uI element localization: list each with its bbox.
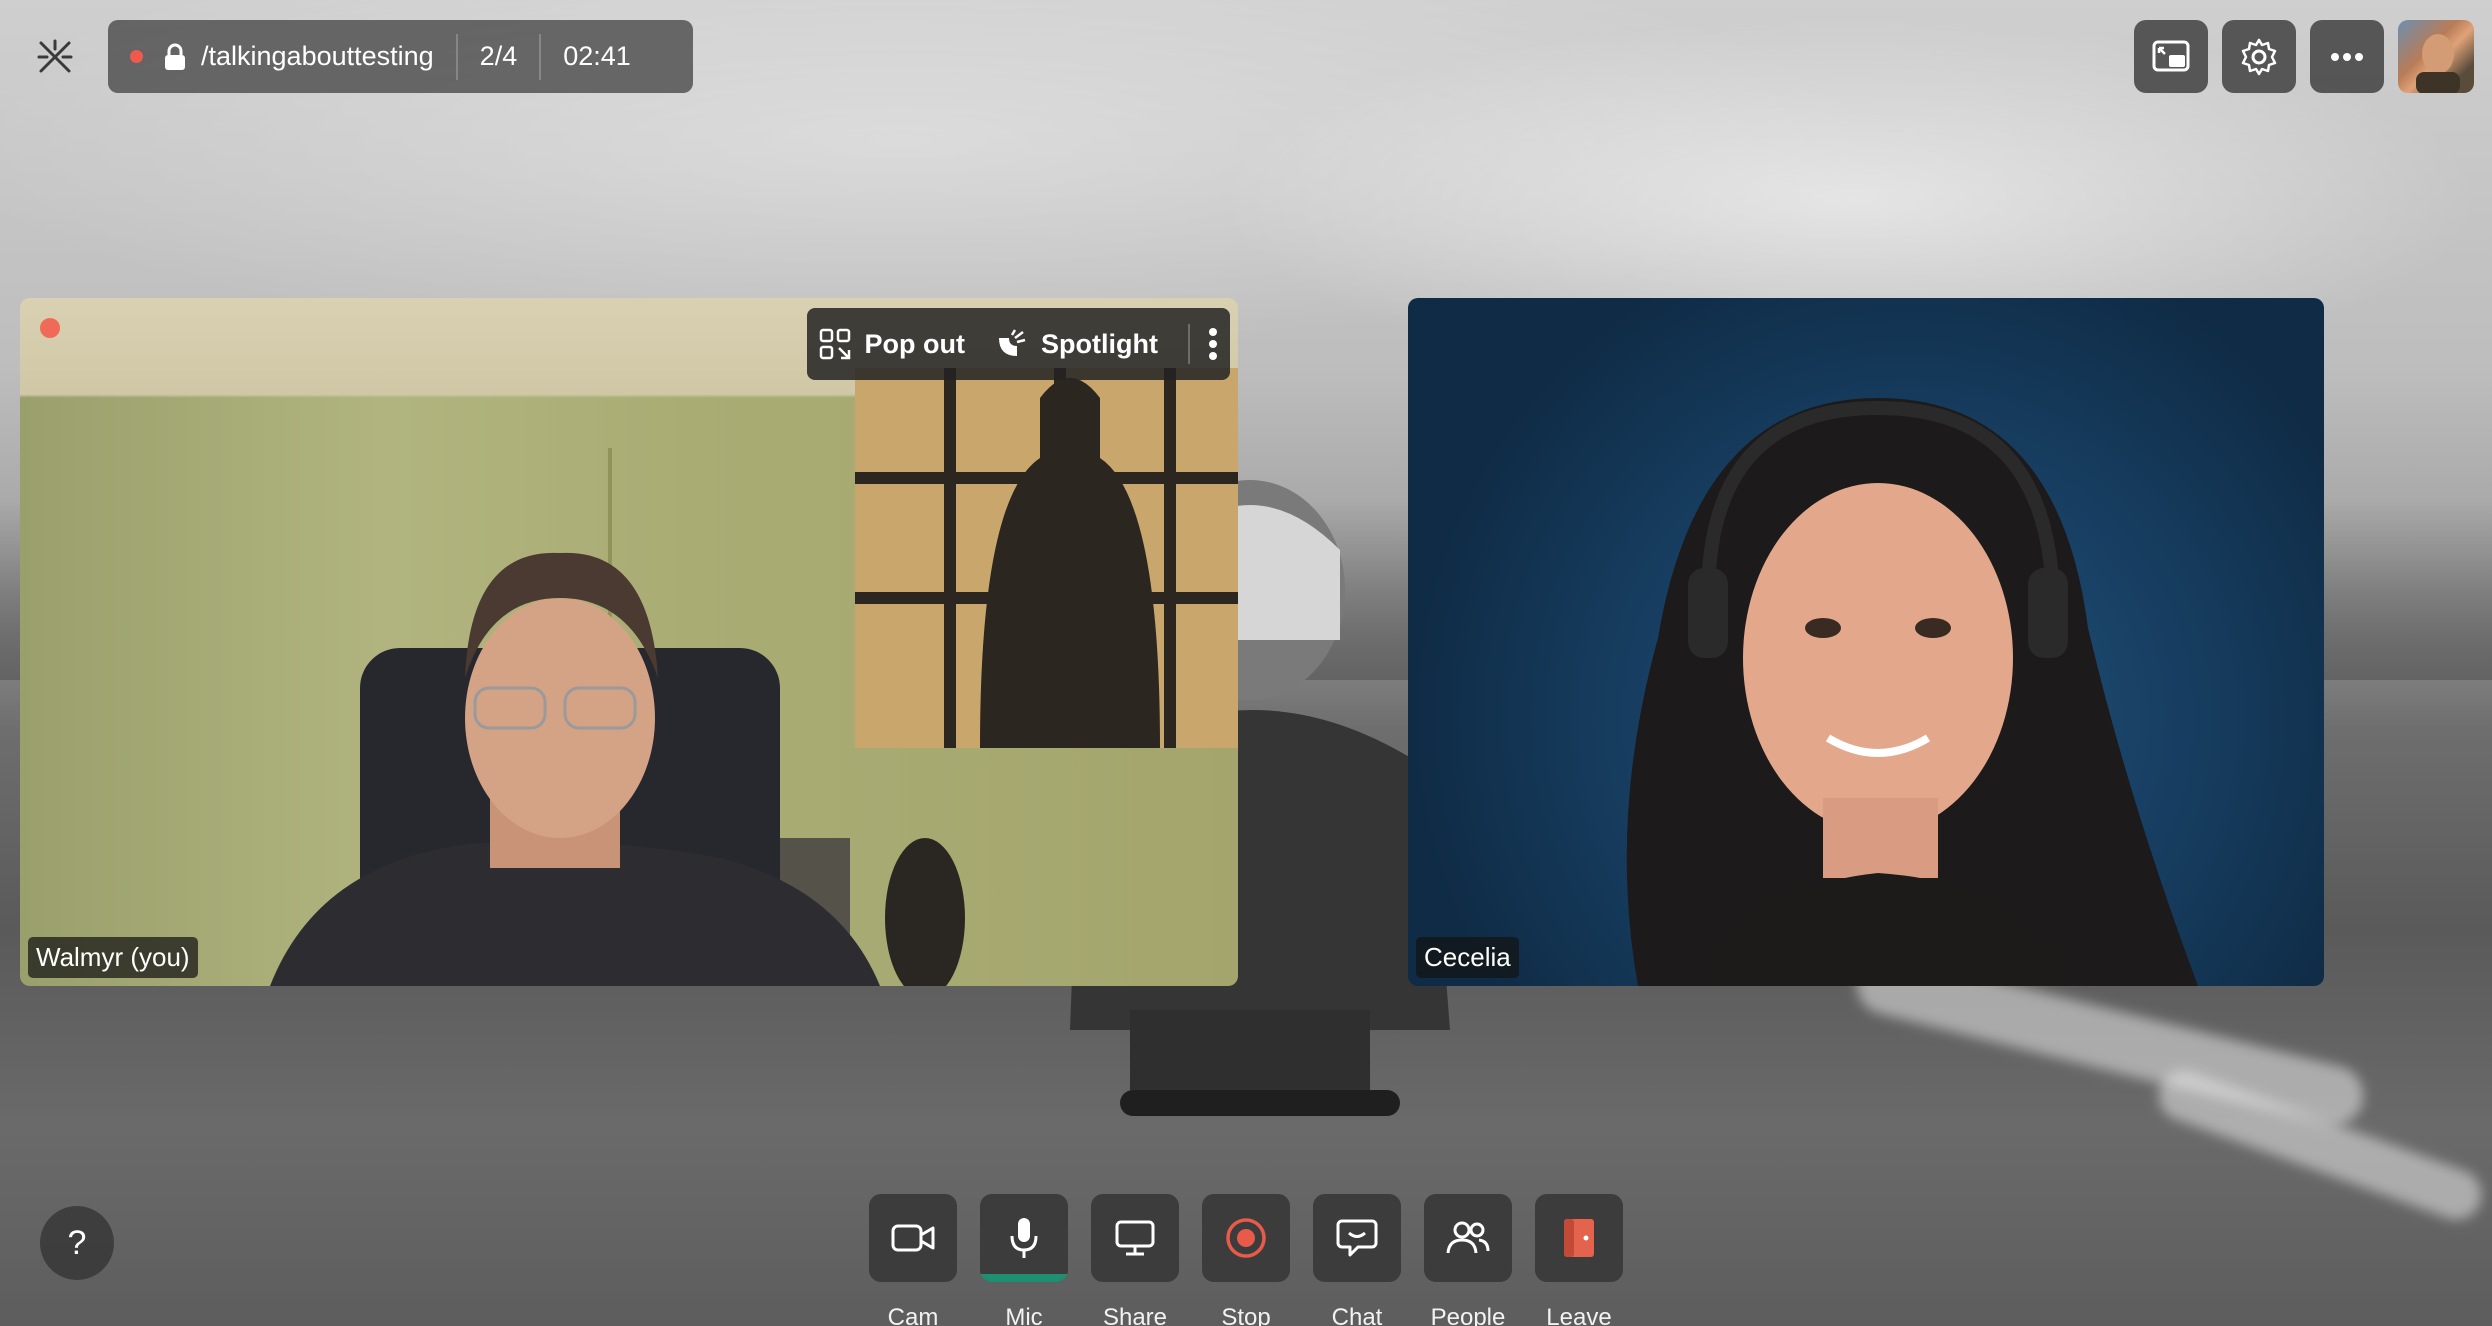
pop-out-button[interactable]: Pop out: [819, 328, 965, 360]
lock-icon: [163, 43, 187, 71]
leave-control[interactable]: Leave: [1534, 1194, 1624, 1326]
room-info-bar: /talkingabouttesting 2/4 02:41: [108, 20, 693, 93]
stop-label: Stop: [1221, 1304, 1271, 1326]
leave-label: Leave: [1546, 1304, 1612, 1326]
participant-name-tag: Walmyr (you): [28, 937, 198, 978]
cam-control[interactable]: Cam: [868, 1194, 958, 1326]
leave-button[interactable]: [1535, 1194, 1623, 1282]
spotlight-label: Spotlight: [1041, 328, 1158, 359]
share-button[interactable]: [1091, 1194, 1179, 1282]
people-button[interactable]: [1424, 1194, 1512, 1282]
share-control[interactable]: Share: [1090, 1194, 1180, 1326]
monitor-icon: [1115, 1220, 1155, 1256]
cam-button[interactable]: [869, 1194, 957, 1282]
more-options-button[interactable]: [2310, 20, 2384, 93]
chat-control[interactable]: Chat: [1312, 1194, 1402, 1326]
recording-indicator: [130, 50, 143, 63]
video-tile-walmyr[interactable]: Pop out Spotlight Walmyr (you): [20, 298, 1238, 986]
more-horizontal-icon: [2330, 52, 2364, 62]
video-feed-cecelia: [1626, 398, 2198, 986]
spotlight-button[interactable]: Spotlight: [995, 328, 1158, 360]
share-label: Share: [1102, 1304, 1168, 1326]
chat-label: Chat: [1331, 1304, 1383, 1326]
people-icon: [1446, 1221, 1490, 1254]
record-stop-icon: [1226, 1218, 1266, 1258]
settings-button[interactable]: [2222, 20, 2296, 93]
chat-button[interactable]: [1313, 1194, 1401, 1282]
microphone-icon: [1010, 1218, 1038, 1258]
participant-count: 2/4: [479, 41, 518, 71]
call-timer: 02:41: [563, 41, 631, 71]
picture-in-picture-button[interactable]: [2134, 20, 2208, 93]
mic-button[interactable]: [980, 1194, 1068, 1282]
mic-control[interactable]: Mic: [979, 1194, 1069, 1326]
help-button[interactable]: ?: [40, 1206, 114, 1280]
user-avatar[interactable]: [2398, 20, 2474, 93]
pop-out-icon: [819, 328, 850, 360]
cam-label: Cam: [887, 1304, 939, 1326]
people-label: People: [1430, 1304, 1506, 1326]
app-logo-icon[interactable]: [32, 34, 78, 80]
chat-icon: [1336, 1219, 1378, 1257]
mic-level-indicator: [980, 1274, 1068, 1282]
mic-label: Mic: [1005, 1304, 1043, 1326]
door-exit-icon: [1564, 1219, 1594, 1257]
recording-indicator: [40, 318, 60, 338]
video-tile-cecelia[interactable]: Cecelia: [1408, 298, 2324, 986]
room-path-segment[interactable]: /talkingabouttesting: [108, 20, 456, 93]
more-vertical-icon: [1209, 328, 1217, 360]
tile-more-button[interactable]: [1208, 327, 1218, 361]
camera-icon: [891, 1224, 935, 1252]
room-path: /talkingabouttesting: [201, 41, 434, 71]
video-feed-walmyr: [270, 368, 1238, 986]
stop-recording-button[interactable]: [1202, 1194, 1290, 1282]
spotlight-icon: [999, 329, 1026, 356]
pop-out-label: Pop out: [864, 328, 966, 359]
gear-icon: [2239, 37, 2279, 77]
tile-toolbar: Pop out Spotlight: [806, 308, 1230, 380]
picture-in-picture-icon: [2151, 39, 2191, 75]
people-control[interactable]: People: [1423, 1194, 1513, 1326]
divider: [1188, 324, 1190, 364]
stop-control[interactable]: Stop: [1201, 1194, 1291, 1326]
call-controls: Cam Mic Share Stop Chat People Leave: [868, 1194, 1645, 1326]
participant-name-tag: Cecelia: [1416, 937, 1519, 978]
